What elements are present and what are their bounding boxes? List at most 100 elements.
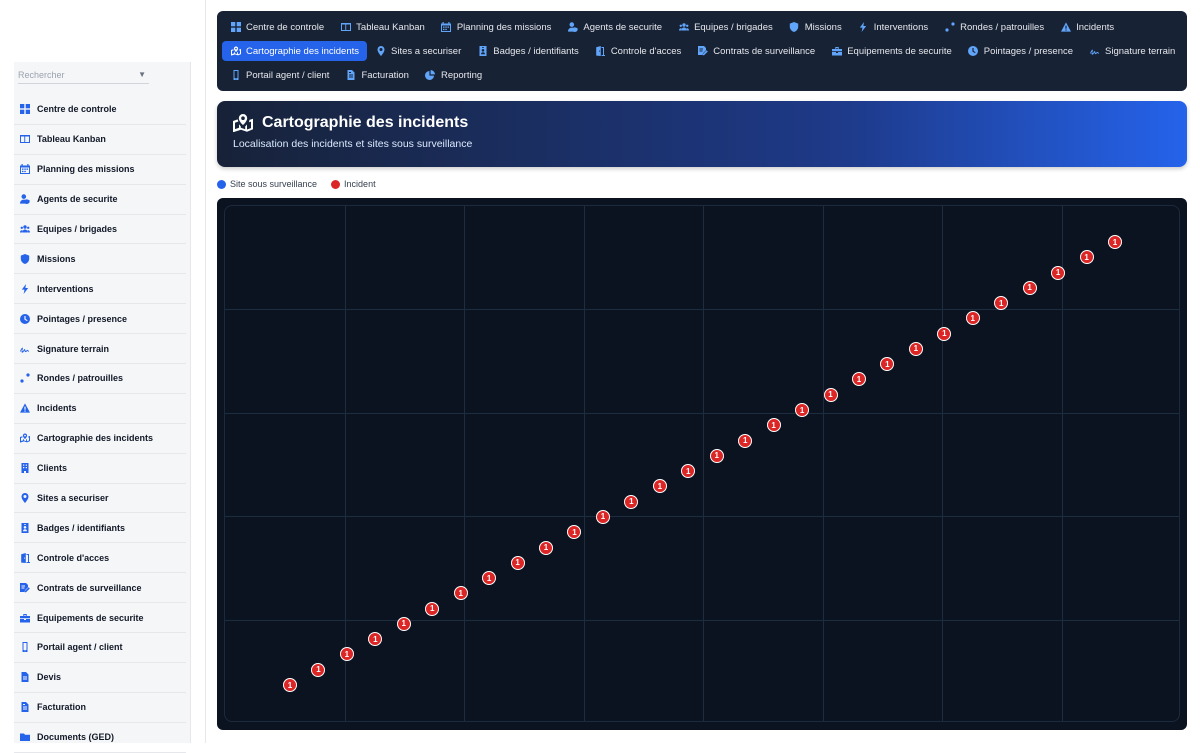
sidebar-item-planning-des-missions[interactable]: Planning des missions bbox=[14, 155, 186, 185]
incident-marker[interactable]: 1 bbox=[937, 326, 952, 341]
incident-marker[interactable]: 1 bbox=[482, 571, 497, 586]
map-gridline bbox=[225, 619, 1179, 621]
kanban-icon bbox=[340, 22, 351, 33]
sidebar-item-facturation[interactable]: Facturation bbox=[14, 693, 186, 723]
nav-tab-planning-des-missions[interactable]: Planning des missions bbox=[433, 17, 560, 37]
incident-marker[interactable]: 1 bbox=[880, 357, 895, 372]
incident-marker[interactable]: 1 bbox=[453, 586, 468, 601]
incident-marker[interactable]: 1 bbox=[1108, 235, 1122, 249]
nav-tab-signature-terrain[interactable]: Signature terrain bbox=[1081, 41, 1183, 61]
search-input[interactable] bbox=[18, 69, 128, 80]
incident-marker[interactable]: 1 bbox=[965, 311, 980, 326]
incident-marker[interactable]: 1 bbox=[283, 678, 297, 692]
incident-marker[interactable]: 1 bbox=[311, 662, 326, 677]
sidebar-item-badges-identifiants[interactable]: Badges / identifiants bbox=[14, 513, 186, 544]
incident-marker[interactable]: 1 bbox=[595, 509, 610, 524]
sidebar-search[interactable]: ▼ bbox=[18, 66, 149, 84]
nav-tab-badges-identifiants[interactable]: Badges / identifiants bbox=[469, 41, 587, 61]
incident-marker[interactable]: 1 bbox=[539, 540, 554, 555]
nav-tab-equipements-de-securite[interactable]: Equipements de securite bbox=[823, 41, 960, 61]
nav-tab-missions[interactable]: Missions bbox=[781, 17, 850, 37]
incident-marker[interactable]: 1 bbox=[851, 372, 866, 387]
nav-tab-label: Equipements de securite bbox=[847, 45, 952, 57]
sidebar-item-documents-ged[interactable]: Documents (GED) bbox=[14, 723, 186, 753]
incident-marker[interactable]: 1 bbox=[368, 632, 383, 647]
nav-tab-label: Incidents bbox=[1076, 21, 1115, 33]
nav-tab-centre-de-controle[interactable]: Centre de controle bbox=[222, 17, 332, 37]
door-icon bbox=[595, 46, 606, 57]
sidebar-item-rondes-patrouilles[interactable]: Rondes / patrouilles bbox=[14, 364, 186, 394]
legend-site-label: Site sous surveillance bbox=[230, 179, 318, 189]
incident-marker[interactable]: 1 bbox=[396, 616, 411, 631]
nav-tab-sites-a-securiser[interactable]: Sites a securiser bbox=[367, 41, 469, 61]
incident-marker[interactable]: 1 bbox=[652, 479, 667, 494]
incident-marker[interactable]: 1 bbox=[1022, 280, 1037, 295]
sidebar-item-equipements-de-securite[interactable]: Equipements de securite bbox=[14, 603, 186, 634]
sidebar-item-controle-d-acces[interactable]: Controle d'acces bbox=[14, 543, 186, 574]
nav-tab-equipes-brigades[interactable]: Equipes / brigades bbox=[670, 17, 781, 37]
sidebar-item-cartographie-des-incidents[interactable]: Cartographie des incidents bbox=[14, 424, 186, 454]
incident-marker[interactable]: 1 bbox=[709, 448, 724, 463]
nav-row: Centre de controle Tableau Kanban Planning… bbox=[222, 15, 1182, 39]
sidebar-item-sites-a-securiser[interactable]: Sites a securiser bbox=[14, 484, 186, 514]
nav-tab-controle-d-acces[interactable]: Controle d'acces bbox=[587, 41, 689, 61]
sidebar-item-portail-agent-client[interactable]: Portail agent / client bbox=[14, 633, 186, 663]
invoice-icon bbox=[345, 70, 356, 81]
map-icon bbox=[233, 114, 253, 132]
incident-marker[interactable]: 1 bbox=[425, 601, 440, 616]
nav-tab-pointages-presence[interactable]: Pointages / presence bbox=[960, 41, 1081, 61]
nav-tab-interventions[interactable]: Interventions bbox=[850, 17, 936, 37]
nav-tab-portail-agent-client[interactable]: Portail agent / client bbox=[222, 65, 337, 85]
sidebar-item-pointages-presence[interactable]: Pointages / presence bbox=[14, 304, 186, 335]
incident-marker[interactable]: 1 bbox=[738, 433, 753, 448]
sidebar-item-contrats-de-surveillance[interactable]: Contrats de surveillance bbox=[14, 573, 186, 604]
sidebar-item-label: Controle d'acces bbox=[37, 552, 110, 563]
grid-icon bbox=[19, 103, 31, 115]
sidebar-item-missions[interactable]: Missions bbox=[14, 244, 186, 275]
incident-marker[interactable]: 1 bbox=[766, 418, 781, 433]
warning-icon bbox=[1060, 22, 1071, 33]
sidebar-item-label: Equipes / brigades bbox=[37, 224, 118, 234]
sidebar-item-equipes-brigades[interactable]: Equipes / brigades bbox=[14, 215, 186, 245]
incident-marker[interactable]: 1 bbox=[510, 555, 525, 570]
nav-tab-contrats-de-surveillance[interactable]: Contrats de surveillance bbox=[689, 41, 823, 61]
nav-tab-incidents[interactable]: Incidents bbox=[1052, 17, 1122, 37]
chevron-down-icon[interactable]: ▼ bbox=[138, 70, 146, 79]
sidebar-item-label: Missions bbox=[37, 253, 76, 264]
file-icon bbox=[19, 671, 31, 683]
sidebar-item-incidents[interactable]: Incidents bbox=[14, 394, 186, 424]
incident-marker[interactable]: 1 bbox=[795, 403, 810, 418]
sidebar-item-tableau-kanban[interactable]: Tableau Kanban bbox=[14, 125, 186, 155]
sidebar-item-interventions[interactable]: Interventions bbox=[14, 274, 186, 305]
nav-tab-rondes-patrouilles[interactable]: Rondes / patrouilles bbox=[936, 17, 1052, 37]
top-navigation: Centre de controle Tableau Kanban Planning… bbox=[217, 11, 1187, 91]
nav-tab-tableau-kanban[interactable]: Tableau Kanban bbox=[332, 17, 433, 37]
nav-tab-facturation[interactable]: Facturation bbox=[337, 65, 417, 85]
toolbox-icon bbox=[19, 612, 31, 624]
map-canvas[interactable]: 111111111111111111111111111111 bbox=[224, 205, 1180, 722]
map-gridline bbox=[225, 412, 1179, 414]
incident-marker[interactable]: 1 bbox=[823, 387, 838, 402]
sidebar-item-clients[interactable]: Clients bbox=[14, 454, 186, 484]
sidebar-item-centre-de-controle[interactable]: Centre de controle bbox=[14, 95, 186, 125]
nav-tab-reporting[interactable]: Reporting bbox=[417, 65, 490, 85]
incident-marker[interactable]: 1 bbox=[681, 464, 696, 479]
incident-marker[interactable]: 1 bbox=[1051, 265, 1066, 280]
nav-tab-label: Missions bbox=[804, 21, 842, 33]
incident-marker[interactable]: 1 bbox=[339, 647, 354, 662]
incident-map[interactable]: 111111111111111111111111111111 bbox=[217, 198, 1187, 730]
map-gridline bbox=[822, 206, 824, 721]
location-pin-icon bbox=[19, 492, 31, 504]
incident-marker[interactable]: 1 bbox=[908, 341, 923, 356]
nav-tab-cartographie-des-incidents[interactable]: Cartographie des incidents bbox=[222, 41, 368, 61]
sidebar-item-agents-de-securite[interactable]: Agents de securite bbox=[14, 185, 186, 215]
sidebar-item-devis[interactable]: Devis bbox=[14, 663, 186, 693]
incident-marker[interactable]: 1 bbox=[994, 296, 1009, 311]
nav-tab-agents-de-securite[interactable]: Agents de securite bbox=[559, 17, 670, 37]
users-icon bbox=[19, 223, 31, 235]
incident-marker[interactable]: 1 bbox=[567, 525, 582, 540]
sidebar-item-signature-terrain[interactable]: Signature terrain bbox=[14, 334, 186, 365]
incident-marker[interactable]: 1 bbox=[1079, 250, 1094, 265]
incident-marker[interactable]: 1 bbox=[624, 494, 639, 509]
user-shield-icon bbox=[567, 22, 578, 33]
